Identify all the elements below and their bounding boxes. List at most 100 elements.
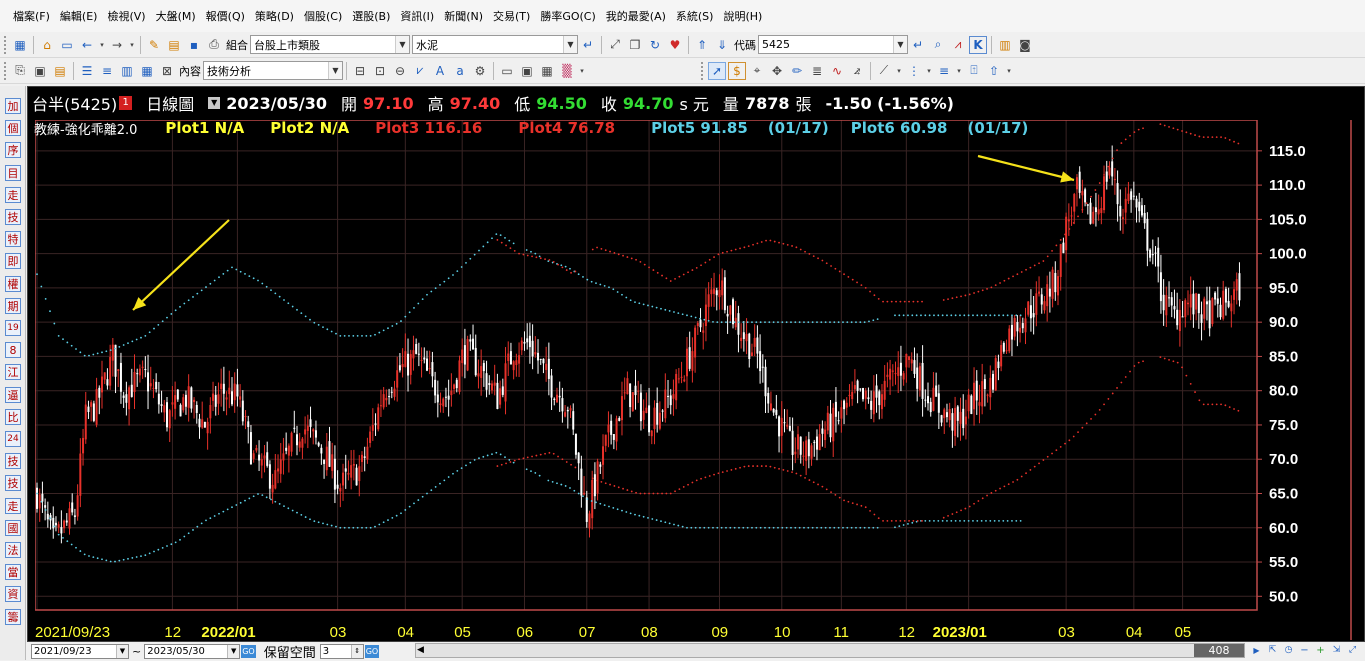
horizontal-lines-icon[interactable]: ≡ [935, 62, 953, 80]
menu-item[interactable]: 資訊(I) [395, 8, 439, 24]
frame-icon[interactable]: ▭ [498, 62, 516, 80]
indicator-name[interactable]: 教練-強化乖離2.0 [34, 119, 137, 138]
chevron-down-icon[interactable]: ▼ [563, 36, 577, 53]
font-larger-icon[interactable]: A [431, 62, 449, 80]
menu-item[interactable]: 我的最愛(A) [601, 8, 671, 24]
period-label[interactable]: 日線圖 [146, 91, 194, 115]
group-select[interactable]: 台股上市類股 ▼ [250, 35, 410, 54]
box-arrow-icon[interactable]: ⍐ [965, 62, 983, 80]
chart-window-icon[interactable]: ⩘ [949, 36, 967, 54]
double-down-icon[interactable]: ⇓ [713, 36, 731, 54]
menu-item[interactable]: 交易(T) [488, 8, 535, 24]
menu-item[interactable]: 勝率GO(C) [535, 8, 600, 24]
zoom-fit-icon[interactable]: ⊟ [351, 62, 369, 80]
fib-icon[interactable]: ⦨ [848, 62, 866, 80]
fullscreen-icon[interactable]: ⤢ [606, 36, 624, 54]
reserve-stepper[interactable]: 3 ⇕ [319, 643, 364, 659]
enter-icon[interactable]: ↵ [579, 36, 597, 54]
pencil-icon[interactable]: ✏ [788, 62, 806, 80]
menu-item[interactable]: 檢視(V) [102, 8, 150, 24]
candlestick-chart[interactable]: 115.0 110.0 105.0 100.0 95.0 90.0 85.0 80.0 75.0… [34, 119, 1355, 641]
menu-item[interactable]: 說明(H) [718, 8, 767, 24]
go-button[interactable]: GO [364, 644, 380, 658]
channel-icon[interactable]: ⋮ [905, 62, 923, 80]
sidebar-function-button[interactable]: 特 [5, 231, 21, 248]
report-icon[interactable]: ▥ [996, 36, 1014, 54]
stepper-icon[interactable]: ⇕ [350, 644, 363, 658]
dropdown-small-icon[interactable]: ▾ [98, 36, 106, 54]
menu-item[interactable]: 系統(S) [671, 8, 719, 24]
crosshair-box-icon[interactable]: ⌖ [748, 62, 766, 80]
code-input[interactable]: 5425 ▼ [758, 35, 908, 54]
content-select[interactable]: 技術分析 ▼ [203, 61, 343, 80]
menu-item[interactable]: 新聞(N) [439, 8, 488, 24]
scroll-thumb[interactable]: 408 [1194, 644, 1244, 657]
toolbar-grip[interactable] [701, 61, 704, 80]
shrink-icon[interactable]: ⇲ [1330, 643, 1343, 657]
forward-arrow-icon[interactable]: → [108, 36, 126, 54]
zoom-in-icon[interactable]: + [1314, 643, 1327, 657]
new-file-icon[interactable]: ✎ [145, 36, 163, 54]
menu-item[interactable]: 大盤(M) [151, 8, 201, 24]
sidebar-function-button[interactable]: 江 [5, 364, 21, 381]
back-arrow-icon[interactable]: ← [78, 36, 96, 54]
enter-icon[interactable]: ↵ [909, 36, 927, 54]
move-icon[interactable]: ✥ [768, 62, 786, 80]
dropdown-small-icon[interactable]: ▾ [578, 62, 586, 80]
dropdown-small-icon[interactable]: ▾ [955, 62, 963, 80]
palette-icon[interactable]: ▒ [558, 62, 576, 80]
chevron-down-icon[interactable]: ▼ [328, 62, 342, 79]
menu-item[interactable]: 報價(Q) [201, 8, 250, 24]
scroll-right-icon[interactable]: ▶ [1250, 643, 1263, 657]
sidebar-function-button[interactable]: 逼 [5, 386, 21, 403]
chevron-down-icon[interactable]: ▼ [893, 36, 907, 53]
dropdown-small-icon[interactable]: ▾ [895, 62, 903, 80]
sidebar-function-button[interactable]: 比 [5, 408, 21, 425]
search-icon[interactable]: ⌕ [929, 36, 947, 54]
font-smaller-icon[interactable]: a [451, 62, 469, 80]
restore-window-icon[interactable]: ❐ [626, 36, 644, 54]
cursor-pointer-icon[interactable]: ➚ [708, 61, 726, 80]
sidebar-function-button[interactable]: 走 [5, 186, 21, 203]
settings-icon[interactable]: ⚙ [471, 62, 489, 80]
horizontal-scrollbar[interactable]: ◀ 408 [415, 643, 1245, 658]
menu-item[interactable]: 編輯(E) [55, 8, 103, 24]
menu-item[interactable]: 個股(C) [299, 8, 347, 24]
clipboard-icon[interactable]: ▤ [51, 62, 69, 80]
open-folder-icon[interactable]: ▤ [165, 36, 183, 54]
sidebar-function-button[interactable]: 國 [5, 519, 21, 536]
sidebar-function-button[interactable]: 走 [5, 497, 21, 514]
split-grid-icon[interactable]: ▦ [138, 62, 156, 80]
window-icon[interactable]: ▭ [58, 36, 76, 54]
close-window-icon[interactable]: ⊠ [158, 62, 176, 80]
go-button[interactable]: GO [241, 644, 256, 658]
up-arrow-icon[interactable]: ⇧ [985, 62, 1003, 80]
trendline-icon[interactable]: ⟋ [875, 62, 893, 80]
sidebar-function-button[interactable]: 期 [5, 297, 21, 314]
favorite-heart-icon[interactable]: ♥ [666, 36, 684, 54]
print-icon[interactable]: ⎙ [205, 36, 223, 54]
date-from-field[interactable]: 2021/09/23 ▼ [31, 643, 129, 659]
sidebar-function-button[interactable]: 19 [5, 320, 21, 336]
window-badge[interactable]: 1 [119, 96, 133, 110]
chevron-down-icon[interactable]: ▼ [116, 644, 128, 658]
dropdown-small-icon[interactable]: ▾ [1005, 62, 1013, 80]
sidebar-function-button[interactable]: 目 [5, 164, 21, 181]
zoom-out-icon[interactable]: − [1298, 643, 1311, 657]
sidebar-function-button[interactable]: 籌 [5, 608, 21, 625]
home-icon[interactable]: ⌂ [38, 36, 56, 54]
toolbar-grip[interactable] [4, 61, 7, 80]
zoom-minus-icon[interactable]: ⊖ [391, 62, 409, 80]
sidebar-function-button[interactable]: 技 [5, 453, 21, 470]
sidebar-function-button[interactable]: 加 [5, 98, 21, 114]
sidebar-function-button[interactable]: 8 [5, 342, 21, 359]
note-icon[interactable]: ≣ [808, 62, 826, 80]
split-rows-icon[interactable]: ≡ [98, 62, 116, 80]
refresh-icon[interactable]: ↻ [646, 36, 664, 54]
sidebar-function-button[interactable]: 24 [5, 431, 21, 447]
copy-icon[interactable]: ⎘ [11, 62, 29, 80]
menu-item[interactable]: 選股(B) [347, 8, 395, 24]
sidebar-function-button[interactable]: 個 [5, 120, 21, 137]
menu-item[interactable]: 策略(D) [250, 8, 299, 24]
save-icon[interactable]: ▪ [185, 36, 203, 54]
